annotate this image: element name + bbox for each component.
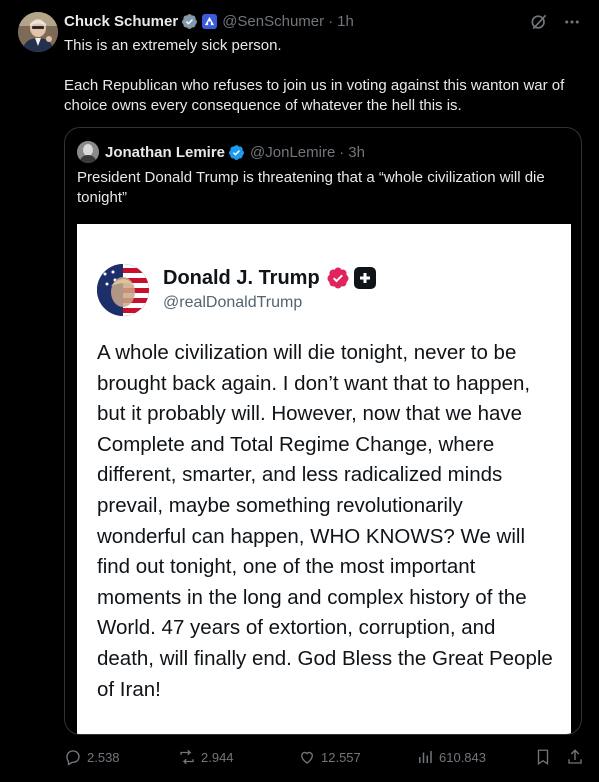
reply-icon [64,748,82,766]
repost-button[interactable]: 2.944 [178,746,234,768]
views-icon [416,748,434,766]
government-badge-icon [202,13,218,29]
card-post-text: A whole civilization will die tonight, n… [97,341,553,701]
bookmark-icon [534,748,552,766]
more-icon[interactable] [563,13,581,36]
grok-icon[interactable] [529,12,549,37]
top-actions [529,12,581,37]
repost-icon [178,748,196,766]
quote-author-name[interactable]: Jonathan Lemire [105,144,225,161]
card-author-name: Donald J. Trump [163,266,320,289]
like-icon [298,748,316,766]
separator-dot: · [339,143,345,161]
verified-badge-icon [326,266,350,290]
quote-author-handle[interactable]: @JonLemire [250,144,335,161]
share-icon [566,748,584,766]
bookmark-button[interactable] [534,746,552,768]
quote-post-time[interactable]: 3h [348,144,365,161]
views-button[interactable]: 610.843 [416,746,486,768]
author-avatar[interactable] [18,12,58,52]
action-bar: 2.538 2.944 12.557 610.843 [64,746,584,768]
separator-dot: · [328,12,334,30]
tweet-text: This is an extremely sick person. Each R… [64,36,584,116]
tweet-header: Chuck Schumer @SenSchumer · 1h [64,11,354,31]
like-button[interactable]: 12.557 [298,746,361,768]
verified-badge-icon[interactable] [228,144,245,161]
author-name[interactable]: Chuck Schumer [64,13,178,30]
plus-badge-icon [353,267,376,289]
card-author-handle: @realDonaldTrump [163,294,303,311]
post-time[interactable]: 1h [337,13,354,30]
reply-count: 2.538 [87,749,120,765]
tweet-text-line-2: Each Republican who refuses to join us i… [64,77,565,114]
views-count: 610.843 [439,749,486,765]
quote-text: President Donald Trump is threatening th… [77,169,545,206]
like-count: 12.557 [321,749,361,765]
tweet-text-line-1: This is an extremely sick person. [64,37,282,54]
reply-button[interactable]: 2.538 [64,746,120,768]
card-author-avatar [97,264,149,316]
repost-count: 2.944 [201,749,234,765]
tweet: Chuck Schumer @SenSchumer · 1h This is a… [0,0,599,782]
quote-author-avatar[interactable] [77,141,99,163]
card-author-name-row: Donald J. Trump [163,266,376,290]
verified-badge-icon[interactable] [181,13,198,30]
author-handle[interactable]: @SenSchumer [222,13,324,30]
share-button[interactable] [566,746,584,768]
quote-header: Jonathan Lemire @JonLemire · 3h [77,141,365,163]
embedded-post-image[interactable]: Donald J. Trump @realDonaldTrump A whole… [77,224,571,734]
quoted-tweet[interactable]: Jonathan Lemire @JonLemire · 3h Presiden… [64,127,582,735]
